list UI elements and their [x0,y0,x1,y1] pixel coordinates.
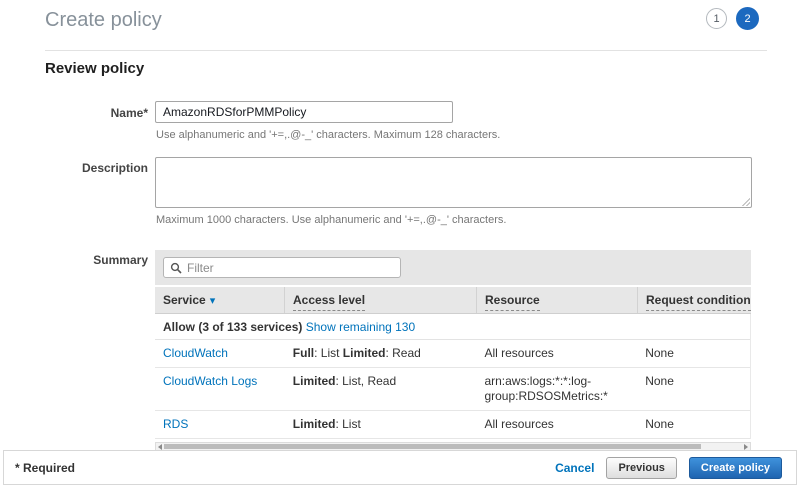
request-condition-header-label: Request condition [646,293,751,311]
search-icon [170,262,182,274]
resource-header-label: Resource [485,293,540,311]
review-policy-heading: Review policy [45,60,144,77]
cancel-link[interactable]: Cancel [555,461,594,475]
cell-request-condition: None [637,411,750,438]
step-2-indicator[interactable]: 2 [736,7,759,30]
allow-group-text: Allow (3 of 133 services) [163,320,302,334]
sort-down-icon: ▾ [210,295,216,307]
column-header-access-level: Access level [285,287,477,313]
table-header-row: Service ▾ Access level Resource Request c… [155,287,751,314]
cell-request-condition: None [637,368,750,410]
cell-resource: arn:aws:logs:*:*:log-group:RDSOSMetrics:… [476,368,637,410]
cell-service: CloudWatch Logs [155,368,285,410]
policy-name-input[interactable] [155,101,453,123]
service-header-label: Service [163,293,206,307]
service-link[interactable]: CloudWatch [163,346,228,360]
name-hint: Use alphanumeric and '+=,.@-_' character… [156,129,500,141]
cell-access-level: Limited: List [285,411,477,438]
cell-resource: All resources [476,411,637,438]
summary-label: Summary [45,253,148,267]
step-1-indicator[interactable]: 1 [706,8,727,29]
page-title: Create policy [45,9,162,32]
table-row: CloudWatch Logs Limited: List, Readarn:aw… [155,368,750,411]
cell-resource: All resources [476,340,637,367]
create-policy-page: Create policy 1 2 Review policy Name* Us… [0,0,800,488]
access-level-header-label: Access level [293,293,365,311]
cell-access-level: Full: List Limited: Read [285,340,477,367]
footer-actions: Cancel Previous Create policy [555,457,782,479]
description-field-wrap [155,157,752,208]
show-remaining-link[interactable]: Show remaining 130 [306,320,415,334]
service-link[interactable]: RDS [163,417,188,431]
allow-group-row: Allow (3 of 133 services) Show remaining… [155,314,750,340]
previous-button[interactable]: Previous [606,457,676,479]
scrollbar-thumb[interactable] [164,444,701,449]
cell-service: CloudWatch [155,340,285,367]
policy-description-textarea[interactable] [155,157,752,208]
table-row: RDS Limited: ListAll resourcesNone [155,411,750,439]
table-rows-container: CloudWatchFull: List Limited: ReadAll re… [155,340,750,439]
create-policy-button[interactable]: Create policy [689,457,782,479]
column-header-service[interactable]: Service ▾ [155,287,285,313]
description-hint: Maximum 1000 characters. Use alphanumeri… [156,214,506,226]
cell-request-condition: None [637,340,750,367]
filter-input[interactable] [187,259,400,276]
header-divider [45,50,767,51]
required-note: * Required [15,461,75,475]
column-header-resource: Resource [477,287,638,313]
column-header-request-condition: Request condition [638,287,751,313]
service-link[interactable]: CloudWatch Logs [163,374,257,388]
wizard-steps: 1 2 [706,7,759,30]
description-label: Description [45,161,148,175]
summary-panel: Service ▾ Access level Resource Request c… [155,250,751,451]
filter-box [163,257,401,278]
table-row: CloudWatch Full: List Limited: ReadAll re… [155,340,750,368]
cell-access-level: Limited: List, Read [285,368,477,410]
summary-table-body: Allow (3 of 133 services) Show remaining… [155,314,751,439]
cell-service: RDS [155,411,285,438]
filter-bar [155,250,751,285]
name-label: Name* [45,106,148,120]
footer-bar: * Required Cancel Previous Create policy [3,450,797,485]
